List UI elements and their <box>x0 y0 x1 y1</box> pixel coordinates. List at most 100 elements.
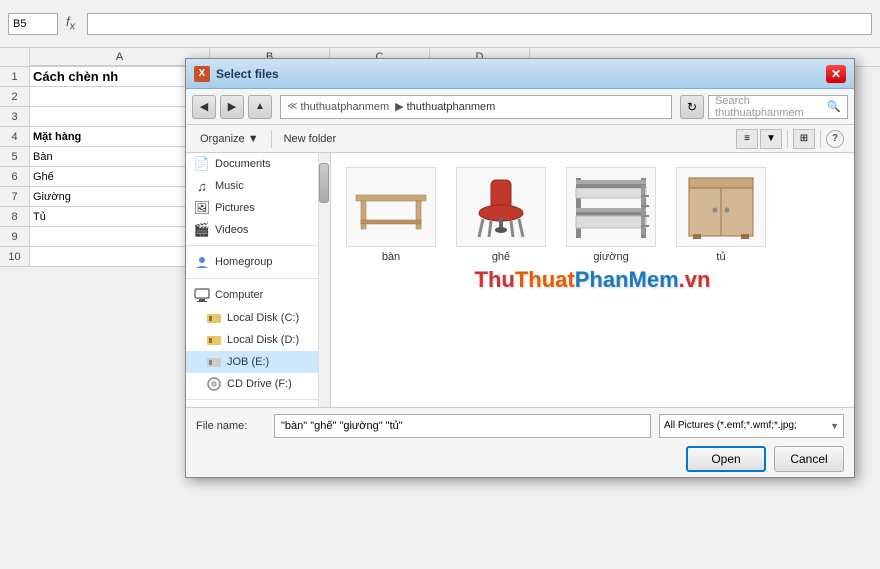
filename-label: File name: <box>196 420 266 432</box>
search-submit-icon: 🔍 <box>827 100 841 113</box>
cd-icon <box>206 376 222 392</box>
computer-icon <box>194 287 210 303</box>
dialog-toolbar: Organize ▼ New folder ≡ ▼ ⊞ ? <box>186 125 854 153</box>
file-image-ban <box>346 167 436 247</box>
nav-back-button[interactable]: ◀ <box>192 95 216 119</box>
toolbar-divider3 <box>820 130 821 148</box>
watermark-dot: . <box>679 267 685 292</box>
sidebar-item-homegroup[interactable]: Homegroup <box>186 250 318 274</box>
sidebar-divider-2 <box>186 278 318 279</box>
view-dropdown-button[interactable]: ▼ <box>760 129 782 149</box>
cell-ref-box[interactable]: B5 <box>8 13 58 35</box>
dialog-app-icon: X <box>194 66 210 82</box>
file-thumb-ghe[interactable]: ghế <box>451 163 551 267</box>
sidebar-item-music[interactable]: ♫ Music <box>186 175 318 197</box>
disk-e-icon <box>206 354 222 370</box>
watermark-phan: Phan <box>575 267 629 292</box>
filename-input[interactable]: "bàn" "ghế" "giường" "tủ" <box>274 414 651 438</box>
formula-bar[interactable] <box>87 13 872 35</box>
open-button[interactable]: Open <box>686 446 766 472</box>
cancel-button[interactable]: Cancel <box>774 446 844 472</box>
fx-label: fx <box>66 14 75 33</box>
dialog-body: 📄 Documents ♫ Music 🖼 Pictures 🎬 Videos <box>186 153 854 407</box>
file-label-ghe: ghế <box>492 251 510 263</box>
watermark-thu: Thu <box>475 267 515 292</box>
sidebar-label-videos: Videos <box>215 224 248 236</box>
nav-path-bar[interactable]: ≪ thuthuatphanmem ▶ thuthuatphanmem <box>280 95 672 119</box>
row-num-header <box>0 48 30 66</box>
file-label-giuong: giường <box>593 251 628 263</box>
pictures-icon: 🖼 <box>194 200 210 216</box>
homegroup-icon <box>194 254 210 270</box>
file-label-ban: bàn <box>382 251 400 263</box>
sidebar-scroll-thumb[interactable] <box>319 163 329 203</box>
dialog-titlebar: X Select files ✕ <box>186 59 854 89</box>
nav-path-separator: thuthuatphanmem <box>300 101 389 113</box>
sidebar-item-local-c[interactable]: Local Disk (C:) <box>186 307 318 329</box>
watermark-thuat: Thuat <box>515 267 575 292</box>
file-thumb-giuong[interactable]: giường <box>561 163 661 267</box>
sidebar-item-job-e[interactable]: JOB (E:) <box>186 351 318 373</box>
organize-button[interactable]: Organize ▼ <box>196 131 263 147</box>
file-image-tu <box>676 167 766 247</box>
documents-icon: 📄 <box>194 156 210 172</box>
sidebar-label-music: Music <box>215 180 244 192</box>
sidebar-item-videos[interactable]: 🎬 Videos <box>186 219 318 241</box>
sidebar-label-documents: Documents <box>215 158 271 170</box>
sidebar-label-local-c: Local Disk (C:) <box>227 312 299 324</box>
sidebar-item-documents[interactable]: 📄 Documents <box>186 153 318 175</box>
sidebar-divider-3 <box>186 399 318 400</box>
sidebar-scroll-area: 📄 Documents ♫ Music 🖼 Pictures 🎬 Videos <box>186 153 318 407</box>
sidebar-divider-1 <box>186 245 318 246</box>
sidebar-label-pictures: Pictures <box>215 202 255 214</box>
help-button[interactable]: ? <box>826 130 844 148</box>
file-image-giuong <box>566 167 656 247</box>
dialog-footer: File name: "bàn" "ghế" "giường" "tủ" All… <box>186 407 854 477</box>
search-icon: Search thuthuatphanmem <box>715 95 823 119</box>
dialog-title: Select files <box>216 67 820 81</box>
watermark-vn: vn <box>685 267 711 292</box>
nav-forward-button[interactable]: ▶ <box>220 95 244 119</box>
footer-buttons-row: Open Cancel <box>196 446 844 472</box>
col-header-a: A <box>30 48 210 66</box>
disk-d-icon <box>206 332 222 348</box>
sidebar-item-local-d[interactable]: Local Disk (D:) <box>186 329 318 351</box>
watermark-mem: Mem <box>629 267 679 292</box>
sidebar-label-local-d: Local Disk (D:) <box>227 334 299 346</box>
file-dialog: X Select files ✕ ◀ ▶ ▲ ≪ thuthuatphanmem… <box>185 58 855 478</box>
file-image-ghe <box>456 167 546 247</box>
filetype-value: All Pictures (*.emf;*.wmf;*.jpg; <box>664 420 797 431</box>
excel-toolbar: B5 fx <box>0 0 880 48</box>
sidebar-label-cd-f: CD Drive (F:) <box>227 378 292 390</box>
sidebar-label-computer: Computer <box>215 289 263 301</box>
sidebar-scrollbar[interactable] <box>318 153 330 407</box>
sidebar-item-pictures[interactable]: 🖼 Pictures <box>186 197 318 219</box>
nav-up-button[interactable]: ▲ <box>248 95 272 119</box>
toolbar-divider <box>271 130 272 148</box>
view-details-button[interactable]: ⊞ <box>793 129 815 149</box>
dialog-navbar: ◀ ▶ ▲ ≪ thuthuatphanmem ▶ thuthuatphanme… <box>186 89 854 125</box>
filetype-dropdown-arrow: ▼ <box>830 421 839 431</box>
toolbar-divider2 <box>787 130 788 148</box>
file-label-tu: tủ <box>716 251 725 263</box>
footer-filename-row: File name: "bàn" "ghế" "giường" "tủ" All… <box>196 414 844 438</box>
videos-icon: 🎬 <box>194 222 210 238</box>
nav-path-current: thuthuatphanmem <box>407 101 496 113</box>
disk-c-icon <box>206 310 222 326</box>
filetype-select[interactable]: All Pictures (*.emf;*.wmf;*.jpg; ▼ <box>659 414 844 438</box>
dialog-close-button[interactable]: ✕ <box>826 65 846 83</box>
new-folder-button[interactable]: New folder <box>280 131 341 147</box>
watermark: ThuThuatPhanMem.vn <box>475 267 711 293</box>
nav-refresh-button[interactable]: ↻ <box>680 95 704 119</box>
sidebar-item-computer[interactable]: Computer <box>186 283 318 307</box>
view-buttons: ≡ ▼ ⊞ ? <box>736 129 844 149</box>
music-icon: ♫ <box>194 178 210 194</box>
file-thumb-ban[interactable]: bàn <box>341 163 441 267</box>
dialog-sidebar-container: 📄 Documents ♫ Music 🖼 Pictures 🎬 Videos <box>186 153 331 407</box>
sidebar-label-homegroup: Homegroup <box>215 256 272 268</box>
sidebar-item-cd-f[interactable]: CD Drive (F:) <box>186 373 318 395</box>
view-list-button[interactable]: ≡ <box>736 129 758 149</box>
sidebar-label-job-e: JOB (E:) <box>227 356 269 368</box>
nav-search-box[interactable]: Search thuthuatphanmem 🔍 <box>708 95 848 119</box>
file-thumb-tu[interactable]: tủ <box>671 163 771 267</box>
